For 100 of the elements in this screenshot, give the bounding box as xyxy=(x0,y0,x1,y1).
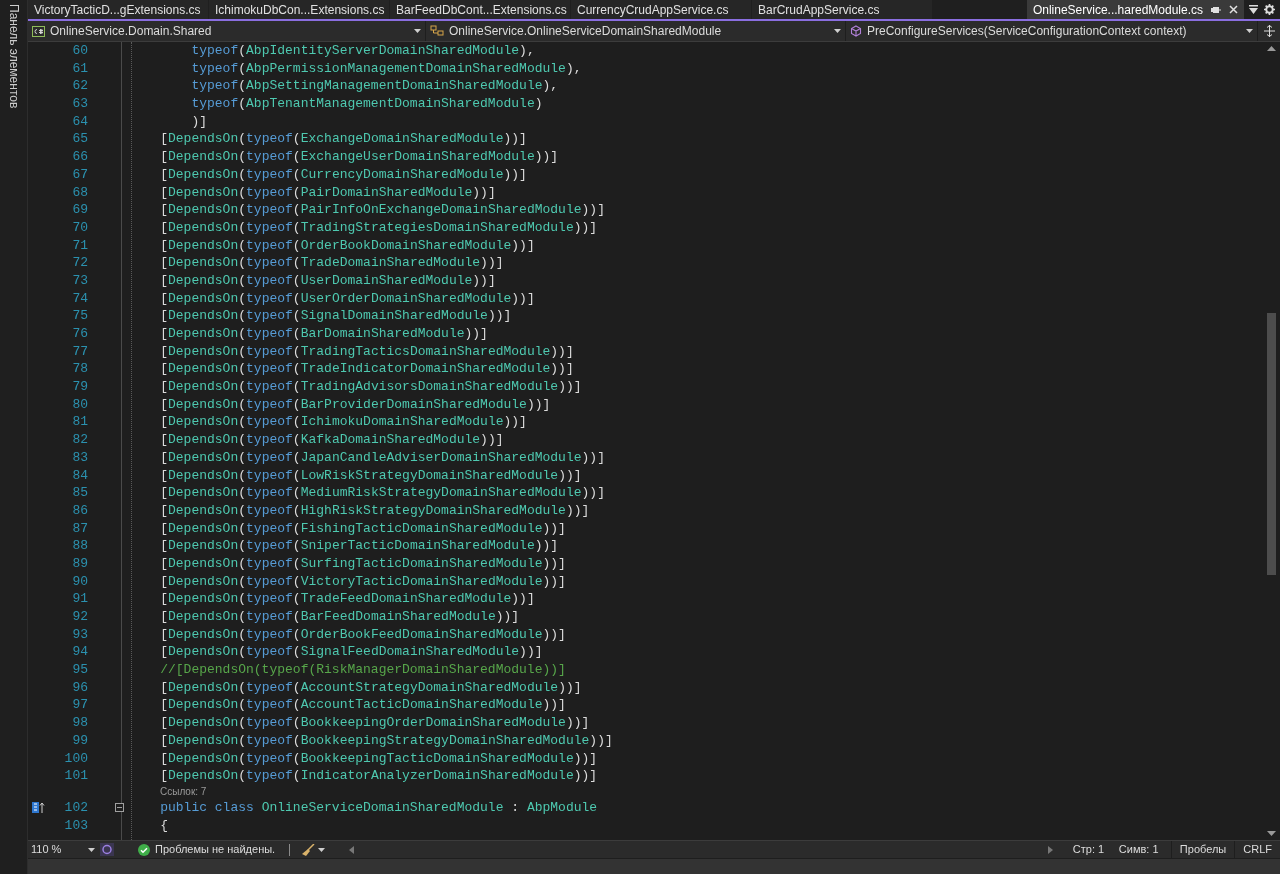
line-position[interactable]: Стр: 1 xyxy=(1072,841,1119,858)
code-line: [DependsOn(typeof(UserDomainSharedModule))] xyxy=(159,271,496,290)
line-number: 86 xyxy=(71,501,88,520)
code-line: [DependsOn(typeof(SurfingTacticDomainSharedModule))] xyxy=(159,554,566,573)
cleanup-button[interactable] xyxy=(302,843,326,856)
settings-icon[interactable] xyxy=(1264,4,1275,15)
line-number: 88 xyxy=(71,537,88,555)
line-number: 97 xyxy=(71,696,88,715)
dropdown-icon[interactable] xyxy=(1249,5,1258,14)
line-number: 70 xyxy=(71,218,88,237)
code-line: [DependsOn(typeof(TradingStrategiesDomainSharedModule))] xyxy=(159,218,598,237)
code-line: [DependsOn(typeof(HighRiskStrategyDomainSharedModule))] xyxy=(159,501,590,520)
code-line: [DependsOn(typeof(BarFeedDomainSharedModule))] xyxy=(159,608,520,626)
line-number: 76 xyxy=(71,325,88,343)
code-line: [DependsOn(typeof(TradingTacticsDomainSharedModule))] xyxy=(159,342,574,361)
code-line: [DependsOn(typeof(BookkeepingOrderDomainSharedModule))] xyxy=(159,714,590,732)
caret-icon xyxy=(834,29,841,33)
code-line: [DependsOn(typeof(SignalFeedDomainSharedModule))] xyxy=(159,643,543,662)
code-line: public class OnlineServiceDomainSharedModule : AbpModule xyxy=(159,798,598,817)
line-number: 64 xyxy=(71,112,88,131)
codelens-reference-count[interactable]: Ссылок: 7 xyxy=(160,784,207,799)
line-number: 66 xyxy=(71,148,88,166)
file-tab[interactable]: OnlineService...haredModule.cs xyxy=(1026,0,1244,19)
line-number: 65 xyxy=(71,130,88,149)
code-line: [DependsOn(typeof(IndicatorAnalyzerDomainSharedModule))] xyxy=(159,767,598,785)
line-number: 93 xyxy=(71,625,88,644)
csharp-project-icon xyxy=(32,25,45,37)
line-number: 87 xyxy=(71,519,88,538)
file-tab[interactable]: BarFeedDbCont...Extensions.cs xyxy=(390,0,570,19)
code-line: [DependsOn(typeof(MediumRiskStrategyDomainSharedModule))] xyxy=(159,484,605,502)
pin-icon[interactable] xyxy=(1211,5,1221,14)
line-number: 96 xyxy=(71,678,88,697)
code-line: typeof(AbpSettingManagementDomainSharedModule), xyxy=(190,77,559,96)
line-number: 79 xyxy=(71,378,88,396)
code-line: //[DependsOn(typeof(RiskManagerDomainSharedModule))] xyxy=(159,661,566,679)
file-tab[interactable]: IchimokuDbCon...Extensions.cs xyxy=(209,0,389,19)
broom-icon xyxy=(302,843,316,856)
code-line: [DependsOn(typeof(BarProviderDomainSharedModule))] xyxy=(159,395,551,414)
line-number: 102 xyxy=(63,798,88,817)
line-number: 89 xyxy=(71,554,88,573)
file-tab[interactable]: VictoryTacticD...gExtensions.cs xyxy=(28,0,208,19)
project-dropdown[interactable]: OnlineService.Domain.Shared xyxy=(28,21,426,41)
code-line: [DependsOn(typeof(ExchangeDomainSharedModule))] xyxy=(159,130,527,149)
line-number: 63 xyxy=(71,95,88,113)
line-number: 101 xyxy=(63,767,88,785)
code-line: typeof(AbpPermissionManagementDomainSharedModule), xyxy=(190,59,582,78)
scroll-up-icon[interactable] xyxy=(1266,46,1276,51)
line-number: 84 xyxy=(71,466,88,485)
code-line: [DependsOn(typeof(TradeDomainSharedModule))] xyxy=(159,254,504,272)
line-number: 90 xyxy=(71,572,88,591)
caret-icon xyxy=(88,847,95,852)
code-line: typeof(AbpIdentityServerDomainSharedModule), xyxy=(190,42,535,60)
code-line: [DependsOn(typeof(TradeFeedDomainSharedModule))] xyxy=(159,590,535,608)
class-icon xyxy=(430,25,444,37)
line-number: 69 xyxy=(71,201,88,219)
split-icon[interactable] xyxy=(1263,25,1275,37)
type-dropdown[interactable]: OnlineService.OnlineServiceDomainSharedModule xyxy=(426,21,846,41)
scroll-right-icon[interactable] xyxy=(1047,845,1053,854)
side-panel-tab[interactable]: Панель элементов xyxy=(5,4,22,109)
code-line: [DependsOn(typeof(KafkaDomainSharedModule))] xyxy=(159,431,504,449)
file-tab[interactable]: CurrencyCrudAppService.cs xyxy=(571,0,751,19)
code-line: [DependsOn(typeof(PairInfoOnExchangeDomainSharedModule))] xyxy=(159,201,605,219)
file-tab[interactable]: BarCrudAppService.cs xyxy=(752,0,932,19)
code-line: [DependsOn(typeof(BookkeepingTacticDomainSharedModule))] xyxy=(159,749,598,768)
line-number: 73 xyxy=(71,271,88,290)
scroll-down-icon[interactable] xyxy=(1266,831,1276,836)
code-line: [DependsOn(typeof(FishingTacticDomainSharedModule))] xyxy=(159,519,566,538)
line-number: 80 xyxy=(71,395,88,414)
line-number: 99 xyxy=(71,731,88,750)
code-line: )] xyxy=(190,112,207,131)
close-icon[interactable] xyxy=(1229,5,1238,14)
code-line: [DependsOn(typeof(ExchangeUserDomainSharedModule))] xyxy=(159,148,559,166)
line-number: 83 xyxy=(71,448,88,467)
method-cube-icon xyxy=(850,25,862,37)
code-line: [DependsOn(typeof(BookkeepingStrategyDomainSharedModule))] xyxy=(159,731,613,750)
line-number: 95 xyxy=(71,661,88,679)
line-number: 71 xyxy=(71,236,88,255)
code-line: [DependsOn(typeof(CurrencyDomainSharedModule))] xyxy=(159,165,527,184)
code-line: { xyxy=(159,816,168,835)
line-number: 85 xyxy=(71,484,88,502)
collapse-icon[interactable] xyxy=(115,803,124,813)
line-number: 62 xyxy=(71,77,88,96)
line-number: 74 xyxy=(71,289,88,308)
code-line: [DependsOn(typeof(UserOrderDomainSharedModule))] xyxy=(159,289,535,308)
zoom-dropdown[interactable]: 110 % xyxy=(28,841,98,858)
line-ending[interactable]: CRLF xyxy=(1235,841,1280,858)
issues-status[interactable]: Проблемы не найдены. xyxy=(155,841,276,858)
check-circle-icon xyxy=(138,843,150,856)
scroll-left-icon[interactable] xyxy=(349,845,355,854)
line-number: 72 xyxy=(71,254,88,272)
line-number: 98 xyxy=(71,714,88,732)
scrollbar-thumb[interactable] xyxy=(1266,313,1276,575)
code-line: [DependsOn(typeof(TradeIndicatorDomainSharedModule))] xyxy=(159,360,574,379)
column-position[interactable]: Симв: 1 xyxy=(1118,841,1171,858)
line-number: 77 xyxy=(71,342,88,361)
member-dropdown[interactable]: PreConfigureServices(ServiceConfigurationContext context) xyxy=(846,21,1258,41)
line-number: 94 xyxy=(71,643,88,662)
line-number: 60 xyxy=(71,42,88,60)
implementation-marker-icon[interactable] xyxy=(31,802,45,814)
code-line: [DependsOn(typeof(OrderBookDomainSharedModule))] xyxy=(159,236,535,255)
